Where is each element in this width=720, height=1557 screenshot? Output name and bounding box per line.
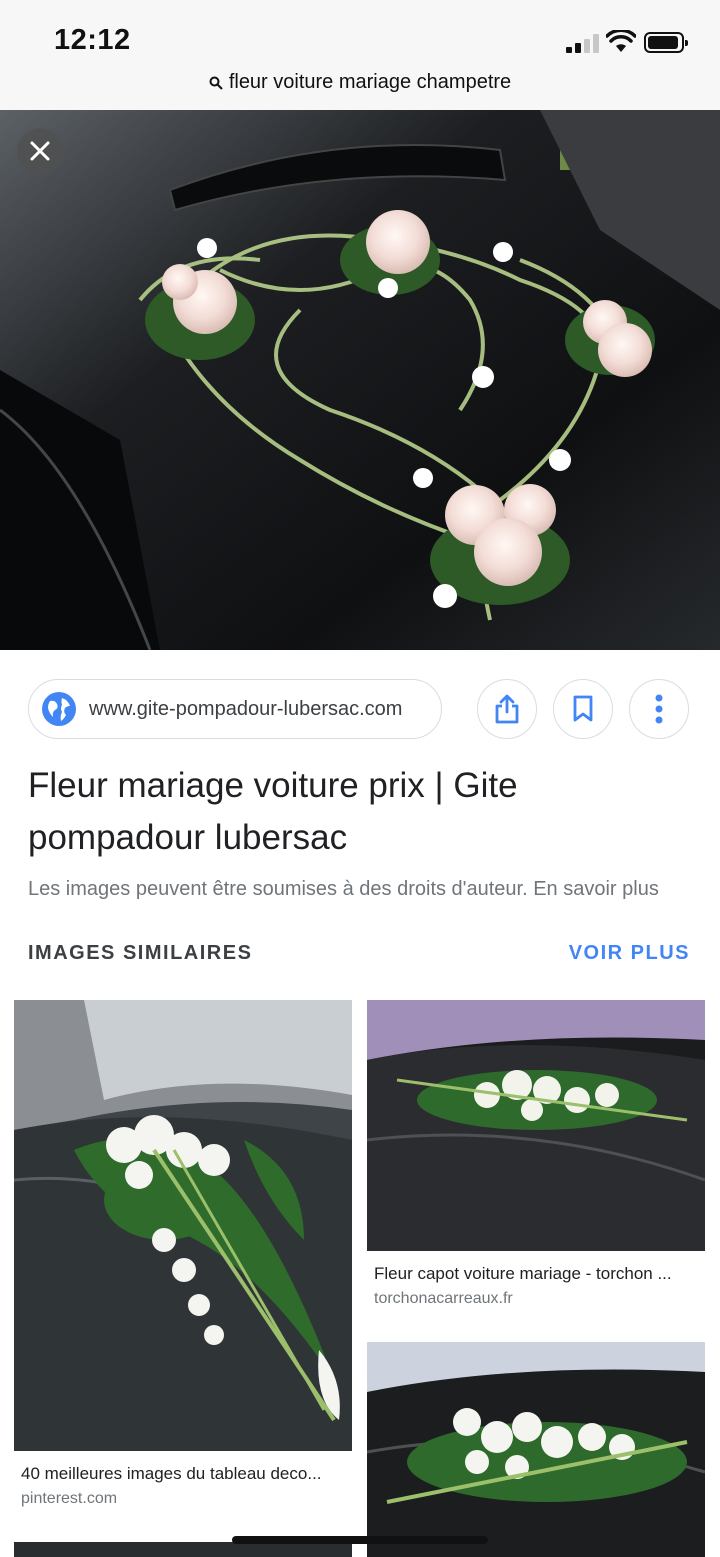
bookmark-button[interactable] [553, 679, 613, 739]
copyright-notice[interactable]: Les images peuvent être soumises à des d… [28, 878, 708, 901]
source-link[interactable]: www.gite-pompadour-lubersac.com [28, 679, 442, 739]
similar-image-2-source[interactable]: torchonacarreaux.fr [374, 1290, 513, 1308]
more-button[interactable] [629, 679, 689, 739]
search-icon [209, 76, 223, 90]
home-indicator [232, 1536, 488, 1544]
result-title[interactable]: Fleur mariage voiture prix | Gite pompad… [28, 760, 698, 864]
share-button[interactable] [477, 679, 537, 739]
see-more-link[interactable]: VOIR PLUS [569, 942, 690, 965]
url-bar[interactable]: fleur voiture mariage champetre [0, 70, 720, 110]
signal-icon [566, 33, 602, 53]
status-bar: 12:12 [0, 0, 720, 70]
similar-image-2-title[interactable]: Fleur capot voiture mariage - torchon ..… [374, 1264, 698, 1284]
globe-icon [42, 692, 76, 726]
similar-image-1-source[interactable]: pinterest.com [21, 1490, 117, 1508]
similar-image-4[interactable] [14, 1542, 352, 1557]
close-button[interactable] [17, 128, 63, 174]
search-query: fleur voiture mariage champetre [228, 71, 512, 93]
battery-icon [644, 32, 688, 53]
close-icon [30, 141, 50, 161]
similar-images-heading: IMAGES SIMILAIRES [28, 942, 253, 964]
similar-image-1-title[interactable]: 40 meilleures images du tableau deco... [21, 1464, 349, 1484]
source-domain: www.gite-pompadour-lubersac.com [89, 697, 403, 720]
bookmark-icon [573, 695, 593, 722]
share-icon [495, 694, 519, 724]
similar-image-2[interactable] [367, 1000, 705, 1251]
similar-image-1[interactable] [14, 1000, 352, 1451]
status-time: 12:12 [54, 24, 131, 56]
more-vert-icon [655, 694, 663, 724]
similar-image-3[interactable] [367, 1342, 705, 1557]
main-image[interactable] [0, 110, 720, 650]
wifi-icon [606, 30, 636, 52]
